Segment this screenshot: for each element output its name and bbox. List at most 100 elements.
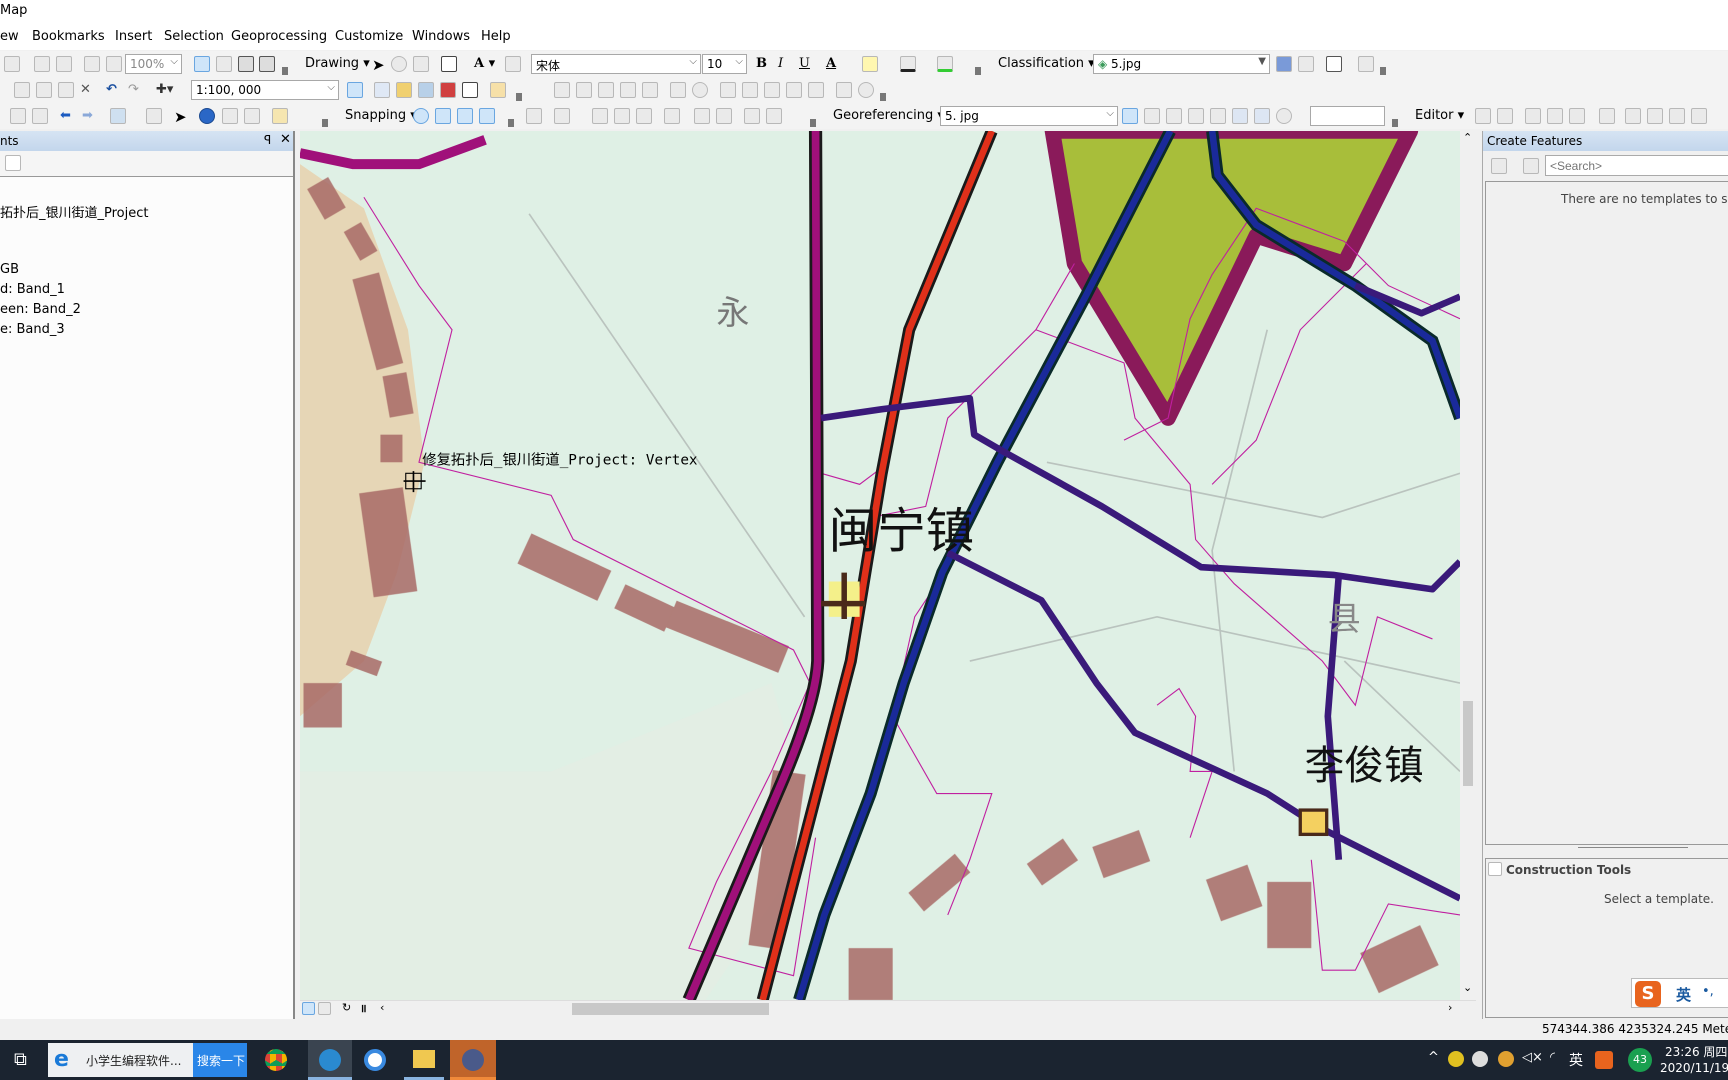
list-by-drawing-order-icon[interactable] bbox=[5, 155, 21, 171]
topology-icon-14[interactable] bbox=[858, 82, 874, 98]
toolbar-grip[interactable] bbox=[975, 67, 981, 75]
zoom-to-link-icon[interactable] bbox=[1188, 108, 1204, 124]
toolbar-grip[interactable] bbox=[516, 93, 522, 101]
rotate-icon[interactable] bbox=[391, 56, 407, 72]
add-control-points-icon[interactable] bbox=[1122, 108, 1138, 124]
straight-segment-icon[interactable] bbox=[1525, 108, 1541, 124]
font-color-button[interactable]: A bbox=[826, 56, 836, 71]
data-view-icon[interactable] bbox=[302, 1002, 315, 1015]
georef-rotation-input[interactable] bbox=[1310, 106, 1385, 126]
envelope-icon[interactable] bbox=[1326, 56, 1342, 72]
auto-registration-icon[interactable] bbox=[1144, 108, 1160, 124]
select-elements-icon[interactable]: ➤ bbox=[174, 108, 187, 126]
map-horizontal-scrollbar[interactable]: ↻ ॥ ‹ › bbox=[300, 1000, 1476, 1017]
tray-chevron-icon[interactable]: ^ bbox=[1428, 1050, 1439, 1065]
topology-icon-8[interactable] bbox=[720, 82, 736, 98]
back-extent-icon[interactable] bbox=[84, 56, 100, 72]
text-tool-icon[interactable]: A ▾ bbox=[474, 56, 495, 71]
topology-icon-3[interactable] bbox=[598, 82, 614, 98]
scroll-down-icon[interactable]: ⌄ bbox=[1463, 981, 1472, 994]
catalog-icon[interactable] bbox=[396, 82, 412, 98]
underline-button[interactable]: U bbox=[799, 56, 810, 71]
scroll-right-icon[interactable]: › bbox=[1448, 1001, 1452, 1014]
map-view[interactable]: 永 县 闽宁镇 李俊镇 修复拓扑后_银川街道_Project: Vertex bbox=[300, 131, 1460, 1000]
point-snapping-icon[interactable] bbox=[413, 108, 429, 124]
table-of-contents-icon[interactable] bbox=[374, 82, 390, 98]
georef-tool-5[interactable] bbox=[636, 108, 652, 124]
editor-toolbar-icon[interactable] bbox=[347, 82, 363, 98]
task-view-icon[interactable]: ⧉ bbox=[14, 1049, 27, 1070]
vertex-snapping-icon[interactable] bbox=[457, 108, 473, 124]
back-icon[interactable]: ⬅ bbox=[60, 108, 71, 123]
taskbar-app-arcmap[interactable] bbox=[450, 1040, 496, 1080]
layer-combo[interactable]: ◈ 5.jpg ▼ bbox=[1093, 54, 1270, 74]
search-window-icon[interactable] bbox=[418, 82, 434, 98]
forward-icon[interactable]: ➡ bbox=[82, 108, 93, 123]
arctoolbox-icon[interactable] bbox=[440, 82, 456, 98]
georef-tool-6[interactable] bbox=[664, 108, 680, 124]
layout-view-icon[interactable] bbox=[318, 1002, 331, 1015]
ie-search-box[interactable]: e 小学生编程软件... bbox=[48, 1043, 193, 1077]
toolbar-grip[interactable] bbox=[810, 119, 816, 127]
fixed-zoom-icon[interactable] bbox=[32, 108, 48, 124]
toc-layer[interactable]: 拓扑后_银川街道_Project bbox=[0, 202, 148, 221]
hyperlink-icon[interactable] bbox=[222, 108, 238, 124]
rectangle-icon[interactable] bbox=[441, 56, 457, 72]
select-link-icon[interactable] bbox=[1166, 108, 1182, 124]
tray-qq2-icon[interactable] bbox=[1498, 1051, 1514, 1067]
snapping-menu[interactable]: Snapping ▾ bbox=[345, 108, 417, 123]
menu-windows[interactable]: Windows bbox=[412, 29, 470, 44]
trace-icon[interactable] bbox=[1569, 108, 1585, 124]
georef-tool-1[interactable] bbox=[526, 108, 542, 124]
topology-icon-2[interactable] bbox=[576, 82, 592, 98]
classification-menu[interactable]: Classification ▾ bbox=[998, 56, 1095, 71]
delete-link-icon[interactable] bbox=[1210, 108, 1226, 124]
font-name-combo[interactable]: 宋体 ⌵ bbox=[531, 54, 701, 74]
fill-color-icon[interactable] bbox=[862, 56, 878, 72]
add-data-icon[interactable]: ✚▾ bbox=[156, 82, 173, 97]
pin-icon[interactable]: ꟼ bbox=[264, 133, 271, 147]
pause-drawing-icon[interactable]: ॥ bbox=[360, 1001, 367, 1016]
georeferencing-menu[interactable]: Georeferencing ▾ bbox=[833, 108, 944, 123]
tray-360-icon[interactable] bbox=[1448, 1051, 1464, 1067]
full-extent-icon[interactable] bbox=[10, 108, 26, 124]
rotate-georef-icon[interactable] bbox=[1276, 108, 1292, 124]
edit-annotation-icon[interactable] bbox=[1497, 108, 1513, 124]
viewer-icon[interactable] bbox=[1254, 108, 1270, 124]
ime-toolbar[interactable]: S 英 •, bbox=[1631, 978, 1728, 1008]
clock-time[interactable]: 23:26 周四 bbox=[1665, 1043, 1727, 1060]
menu-insert[interactable]: Insert bbox=[115, 29, 152, 44]
paste-icon[interactable] bbox=[58, 82, 74, 98]
classify-icon[interactable] bbox=[1298, 56, 1314, 72]
clear-selection-icon[interactable] bbox=[146, 108, 162, 124]
menu-view[interactable]: ew bbox=[0, 29, 19, 44]
map-canvas[interactable]: 永 县 闽宁镇 李俊镇 修复拓扑后_银川街道_Project: Vertex bbox=[300, 131, 1460, 1000]
horizontal-scroll-thumb[interactable] bbox=[572, 1003, 769, 1015]
zoom-whole-page-icon[interactable] bbox=[413, 56, 429, 72]
layout-zoom-combo[interactable]: 100% ⌵ bbox=[125, 54, 182, 74]
topology-icon-5[interactable] bbox=[642, 82, 658, 98]
topology-icon-13[interactable] bbox=[836, 82, 852, 98]
georef-tool-9[interactable] bbox=[744, 108, 760, 124]
topology-icon-4[interactable] bbox=[620, 82, 636, 98]
line-color-icon[interactable] bbox=[900, 56, 916, 72]
ime-punct[interactable]: •, bbox=[1702, 984, 1714, 999]
georef-tool-7[interactable] bbox=[694, 108, 710, 124]
vertical-scroll-thumb[interactable] bbox=[1463, 701, 1473, 786]
marker-color-icon[interactable] bbox=[937, 56, 953, 72]
menu-bookmarks[interactable]: Bookmarks bbox=[32, 29, 105, 44]
volume-muted-icon[interactable]: ◁× bbox=[1522, 1050, 1543, 1065]
editor-menu[interactable]: Editor ▾ bbox=[1415, 108, 1464, 123]
chrome-icon[interactable] bbox=[265, 1049, 287, 1071]
select-elements-icon[interactable]: ➤ bbox=[372, 56, 385, 74]
point-icon[interactable] bbox=[1599, 108, 1615, 124]
tray-sogou-icon[interactable] bbox=[1595, 1051, 1613, 1069]
toggle-draft-icon[interactable] bbox=[194, 56, 210, 72]
map-scale-combo[interactable]: 1:100, 000 ⌵ bbox=[191, 80, 339, 100]
taskbar-app-search[interactable] bbox=[308, 1040, 352, 1080]
toolbar-grip[interactable] bbox=[508, 119, 514, 127]
search-button[interactable]: 搜索一下 bbox=[193, 1043, 247, 1077]
georef-tool-2[interactable] bbox=[554, 108, 570, 124]
italic-button[interactable]: I bbox=[778, 56, 783, 71]
toolbar-grip[interactable] bbox=[880, 93, 886, 101]
